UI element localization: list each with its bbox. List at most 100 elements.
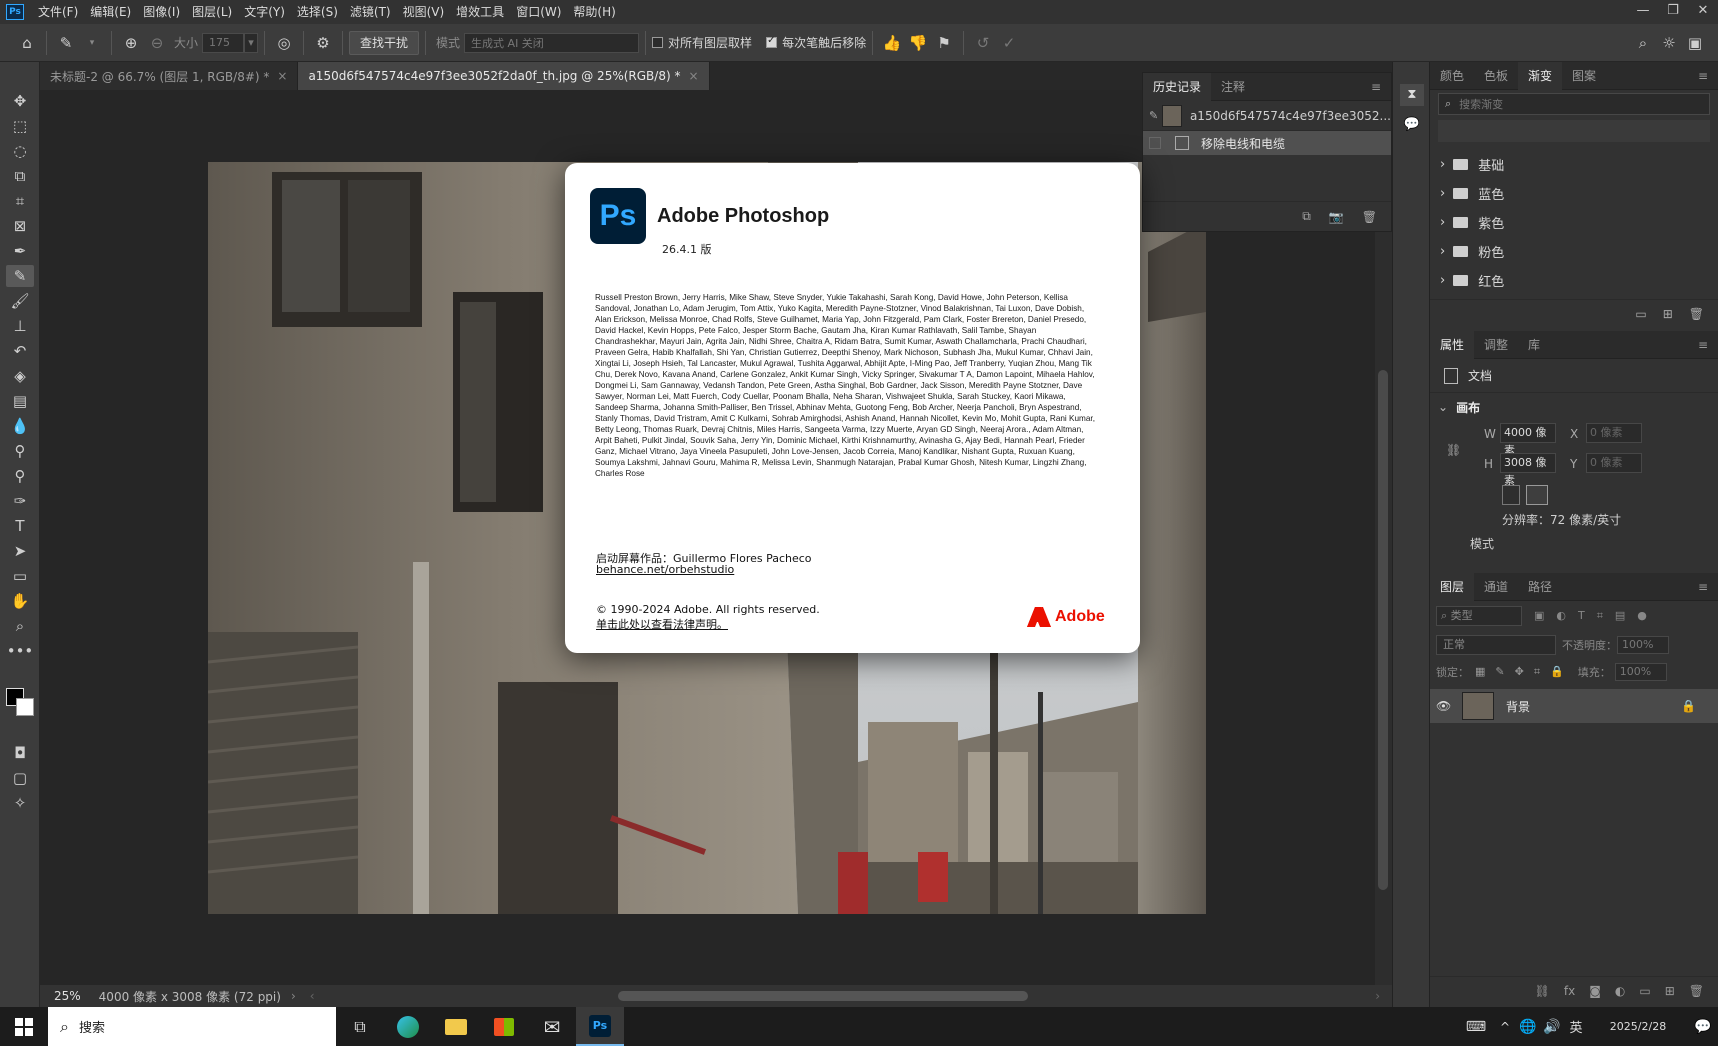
history-brush-source-icon[interactable]: ✎ xyxy=(1149,109,1162,122)
trash-icon[interactable]: 🗑 xyxy=(1362,210,1377,224)
restore-icon[interactable]: ❐ xyxy=(1658,0,1688,24)
workspace-icon[interactable]: ▣ xyxy=(1682,30,1708,56)
chevron-right-icon[interactable]: › xyxy=(291,989,296,1003)
menu-file[interactable]: 文件(F) xyxy=(32,0,84,24)
brush-subtract-icon[interactable]: ⊖ xyxy=(144,30,170,56)
panel-menu-icon[interactable]: ≡ xyxy=(1698,69,1708,83)
camera-icon[interactable]: 📷 xyxy=(1329,210,1344,224)
tab-libraries[interactable]: 库 xyxy=(1518,331,1550,359)
tab-layers[interactable]: 图层 xyxy=(1430,572,1475,601)
history-step-checkbox[interactable] xyxy=(1149,137,1161,149)
scroll-thumb[interactable] xyxy=(1378,370,1388,890)
network-icon[interactable]: 🌐 xyxy=(1516,1007,1540,1046)
tab-color[interactable]: 颜色 xyxy=(1430,62,1474,90)
microsoft-store-icon[interactable] xyxy=(480,1007,528,1046)
tab-history[interactable]: 历史记录 xyxy=(1143,72,1212,101)
zoom-tool-icon[interactable]: ⌕ xyxy=(6,615,34,637)
new-group-icon[interactable]: ▭ xyxy=(1639,984,1650,998)
edit-toolbar-icon[interactable]: ✧ xyxy=(6,792,34,814)
menu-select[interactable]: 选择(S) xyxy=(291,0,344,24)
undo-icon[interactable]: ↺ xyxy=(970,30,996,56)
chevron-down-icon[interactable]: ▾ xyxy=(79,30,105,56)
gradient-group-red[interactable]: › 红色 xyxy=(1430,266,1718,295)
delete-layer-icon[interactable]: 🗑 xyxy=(1689,984,1704,998)
document-info[interactable]: 4000 像素 x 3008 像素 (72 ppi) xyxy=(99,988,281,1005)
background-color-swatch[interactable] xyxy=(16,698,34,716)
canvas-height-field[interactable]: 3008 像素 xyxy=(1500,453,1556,487)
tab-gradients[interactable]: 渐变 xyxy=(1518,61,1563,90)
chevron-down-icon[interactable]: ⌄ xyxy=(1438,400,1448,414)
blend-mode-select[interactable]: 正常 xyxy=(1436,635,1556,655)
search-icon[interactable]: ⌕ xyxy=(1630,30,1656,56)
pressure-icon[interactable]: ◎ xyxy=(271,30,297,56)
tab-photo[interactable]: a150d6f547574c4e97f3ee3052f2da0f_th.jpg … xyxy=(298,62,710,90)
portrait-orientation-icon[interactable] xyxy=(1502,485,1520,505)
keyboard-icon[interactable]: ⌨ xyxy=(1458,1007,1494,1046)
comments-icon[interactable]: 💬 xyxy=(1400,114,1424,136)
crop-tool-icon[interactable]: ⌗ xyxy=(6,190,34,212)
eye-visibility-icon[interactable]: 👁 xyxy=(1436,699,1456,713)
adjustment-layer-icon[interactable]: ◐ xyxy=(1615,984,1625,998)
mode-select[interactable]: 生成式 AI 关闭 xyxy=(464,32,640,53)
eyedropper-tool-icon[interactable]: ✒ xyxy=(6,240,34,262)
add-mask-icon[interactable]: ◙ xyxy=(1589,984,1601,998)
tab-paths[interactable]: 路径 xyxy=(1518,573,1562,601)
chevron-up-icon[interactable]: ^ xyxy=(1494,1007,1516,1046)
close-tab-icon[interactable]: × xyxy=(277,69,287,83)
tab-untitled-2[interactable]: 未标题-2 @ 66.7% (图层 1, RGB/8#) * × xyxy=(40,62,299,90)
zoom-level[interactable]: 25% xyxy=(54,989,81,1003)
menu-view[interactable]: 视图(V) xyxy=(397,0,451,24)
new-group-folder-icon[interactable]: ▭ xyxy=(1635,307,1646,321)
windows-start-icon[interactable] xyxy=(0,1007,48,1046)
remove-tool-preset-icon[interactable]: ✎ xyxy=(53,30,79,56)
screen-mode-icon[interactable]: ▢ xyxy=(6,767,34,789)
new-gradient-icon[interactable]: ⊞ xyxy=(1663,307,1673,321)
close-window-icon[interactable]: ✕ xyxy=(1688,0,1718,24)
eraser-tool-icon[interactable]: ◈ xyxy=(6,365,34,387)
landscape-orientation-icon[interactable] xyxy=(1526,485,1548,505)
scroll-right-icon[interactable]: › xyxy=(1375,989,1380,1003)
move-tool-icon[interactable]: ✥ xyxy=(6,90,34,112)
task-view-icon[interactable]: ⧉ xyxy=(336,1007,384,1046)
lock-option-icons[interactable]: ▦✎✥⌗🔒 xyxy=(1475,665,1574,679)
notification-icon[interactable]: 💬 xyxy=(1688,1007,1718,1046)
menu-help[interactable]: 帮助(H) xyxy=(567,0,621,24)
settings-gear-icon[interactable]: ⚙ xyxy=(310,30,336,56)
brush-tool-icon[interactable]: 🖌 xyxy=(6,290,34,312)
thumbs-down-icon[interactable]: 👎 xyxy=(905,30,931,56)
type-tool-icon[interactable]: T xyxy=(6,515,34,537)
lasso-tool-icon[interactable]: ◌ xyxy=(6,140,34,162)
ime-indicator[interactable]: 英 xyxy=(1564,1007,1588,1046)
about-photoshop-dialog[interactable]: Ps Adobe Photoshop 26.4.1 版 Russell Pres… xyxy=(565,163,1140,653)
lightbulb-icon[interactable]: ☼ xyxy=(1656,30,1682,56)
opacity-field[interactable]: 100% xyxy=(1617,636,1669,654)
gradient-group-purple[interactable]: › 紫色 xyxy=(1430,208,1718,237)
menu-layer[interactable]: 图层(L) xyxy=(186,0,238,24)
rectangle-tool-icon[interactable]: ▭ xyxy=(6,565,34,587)
panel-menu-icon[interactable]: ≡ xyxy=(1698,580,1708,594)
object-selection-tool-icon[interactable]: ⧉ xyxy=(6,165,34,187)
tab-notes[interactable]: 注释 xyxy=(1211,73,1255,101)
file-explorer-icon[interactable] xyxy=(432,1007,480,1046)
burn-tool-icon[interactable]: ⚲ xyxy=(6,465,34,487)
thumbs-up-icon[interactable]: 👍 xyxy=(879,30,905,56)
layer-filter-select[interactable]: ⌕ 类型 xyxy=(1436,606,1522,626)
gradient-group-pink[interactable]: › 粉色 xyxy=(1430,237,1718,266)
home-icon[interactable]: ⌂ xyxy=(14,30,40,56)
link-proportions-icon[interactable]: ⛓ xyxy=(1446,443,1461,457)
history-panel-icon[interactable]: ⧗ xyxy=(1400,84,1424,106)
dodge-tool-icon[interactable]: ⚲ xyxy=(6,440,34,462)
tab-patterns[interactable]: 图案 xyxy=(1562,62,1606,90)
taskbar-date[interactable]: 2025/2/28 xyxy=(1588,1020,1688,1033)
tab-properties[interactable]: 属性 xyxy=(1430,330,1475,359)
new-document-from-state-icon[interactable]: ⧉ xyxy=(1302,209,1311,224)
taskbar-search-box[interactable]: ⌕ 搜索 xyxy=(48,1007,336,1046)
edge-browser-icon[interactable] xyxy=(384,1007,432,1046)
clone-stamp-tool-icon[interactable]: ⊥ xyxy=(6,315,34,337)
commit-check-icon[interactable]: ✓ xyxy=(996,30,1022,56)
horizontal-scroll-thumb[interactable] xyxy=(618,991,1028,1001)
new-layer-icon[interactable]: ⊞ xyxy=(1665,984,1675,998)
layer-row-background[interactable]: 👁 背景 🔒 xyxy=(1430,689,1718,723)
canvas-width-field[interactable]: 4000 像素 xyxy=(1500,423,1556,457)
gradient-group-basic[interactable]: › 基础 xyxy=(1430,150,1718,179)
